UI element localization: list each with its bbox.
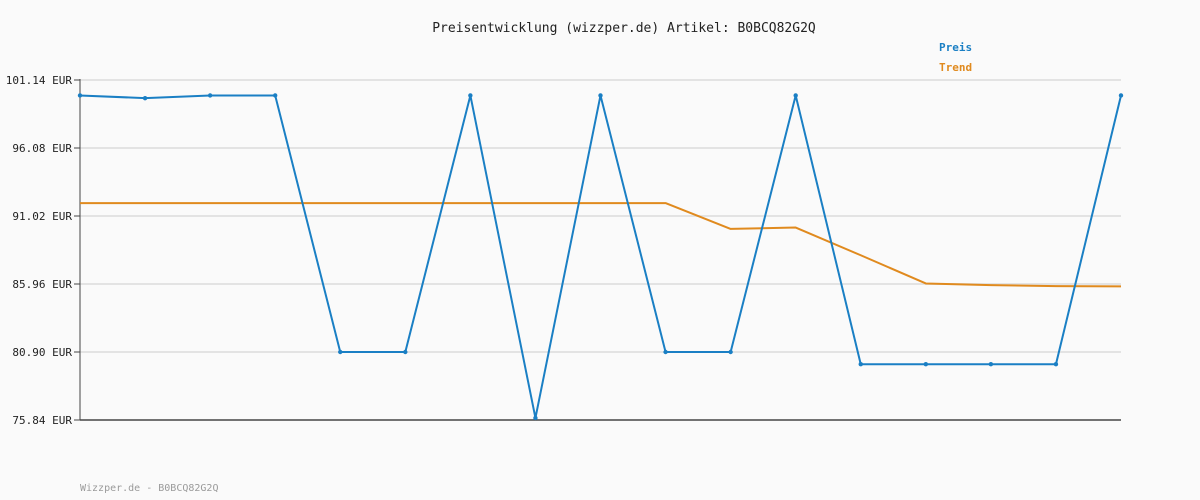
data-point-preis	[1053, 362, 1059, 367]
data-point-preis	[338, 349, 343, 355]
data-point-preis	[272, 93, 278, 98]
data-point-preis	[988, 362, 994, 367]
data-point-preis	[403, 349, 408, 355]
data-point-preis	[598, 93, 603, 98]
y-tick-label: 96.08 EUR	[12, 142, 72, 155]
data-point-preis	[923, 362, 929, 367]
legend: Preis Trend	[939, 41, 972, 74]
footer-credit: Wizzper.de - B0BCQ82G2Q	[80, 483, 218, 494]
price-chart: Preisentwicklung (wizzper.de) Artikel: B…	[6, 21, 1124, 494]
y-tick-label: 91.02 EUR	[12, 210, 72, 223]
data-point-preis	[1118, 93, 1124, 98]
y-axis-ticks: 101.14 EUR 96.08 EUR 91.02 EUR 85.96 EUR 80.…	[6, 74, 80, 427]
y-tick-label: 80.90 EUR	[12, 346, 72, 359]
data-point-preis	[77, 93, 83, 98]
data-point-preis	[663, 349, 668, 355]
data-point-preis	[533, 415, 538, 421]
data-point-preis	[728, 349, 733, 355]
data-point-preis	[142, 95, 148, 101]
grid-lines	[80, 79, 1121, 353]
series-group	[77, 93, 1124, 421]
legend-item-trend: Trend	[939, 61, 972, 74]
data-point-preis	[858, 362, 863, 367]
series-line-preis	[79, 94, 1122, 419]
data-point-preis	[468, 93, 473, 98]
y-tick-label: 101.14 EUR	[6, 74, 73, 87]
y-tick-label: 85.96 EUR	[12, 278, 72, 291]
chart-title: Preisentwicklung (wizzper.de) Artikel: B…	[432, 21, 816, 36]
y-tick-label: 75.84 EUR	[12, 414, 72, 427]
legend-item-preis: Preis	[939, 41, 972, 54]
data-point-preis	[207, 93, 213, 98]
data-point-preis	[793, 93, 798, 98]
